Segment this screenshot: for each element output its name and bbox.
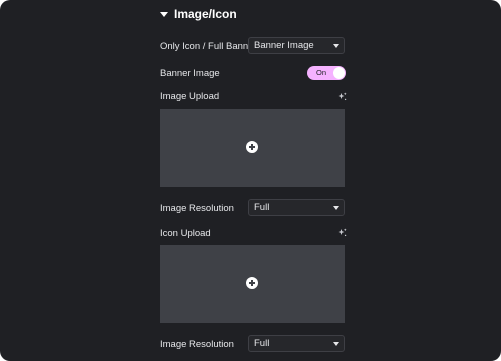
plus-circle-icon (246, 277, 258, 289)
image-resolution-label: Image Resolution (160, 203, 234, 214)
editor-panel: Image/Icon Only Icon / Full Banner Banne… (0, 0, 501, 361)
image-resolution-value: Full (254, 202, 270, 213)
chevron-down-icon (333, 206, 339, 210)
sparkle-ai-icon[interactable] (338, 228, 347, 237)
image-resolution-select[interactable]: Full (248, 199, 345, 216)
only-icon-full-banner-select[interactable]: Banner Image (248, 37, 345, 54)
plus-circle-icon (246, 141, 258, 153)
section-header-image-icon[interactable]: Image/Icon (160, 7, 237, 21)
only-icon-full-banner-value: Banner Image (254, 40, 314, 51)
image-upload-label: Image Upload (160, 91, 220, 102)
caret-down-icon (160, 11, 168, 17)
section-title: Image/Icon (174, 7, 237, 21)
image-resolution-value: Full (254, 338, 270, 349)
icon-upload-label: Icon Upload (160, 228, 211, 239)
image-resolution-select[interactable]: Full (248, 335, 345, 352)
toggle-state-text: On (316, 68, 327, 77)
only-icon-full-banner-label: Only Icon / Full Banner (160, 41, 257, 52)
toggle-knob (333, 67, 345, 79)
image-resolution-label: Image Resolution (160, 339, 234, 350)
image-upload-area[interactable] (160, 109, 345, 187)
banner-image-label: Banner Image (160, 68, 220, 79)
banner-image-toggle[interactable]: On (307, 66, 346, 80)
chevron-down-icon (333, 342, 339, 346)
sparkle-ai-icon[interactable] (338, 92, 347, 101)
chevron-down-icon (333, 44, 339, 48)
icon-upload-area[interactable] (160, 245, 345, 323)
